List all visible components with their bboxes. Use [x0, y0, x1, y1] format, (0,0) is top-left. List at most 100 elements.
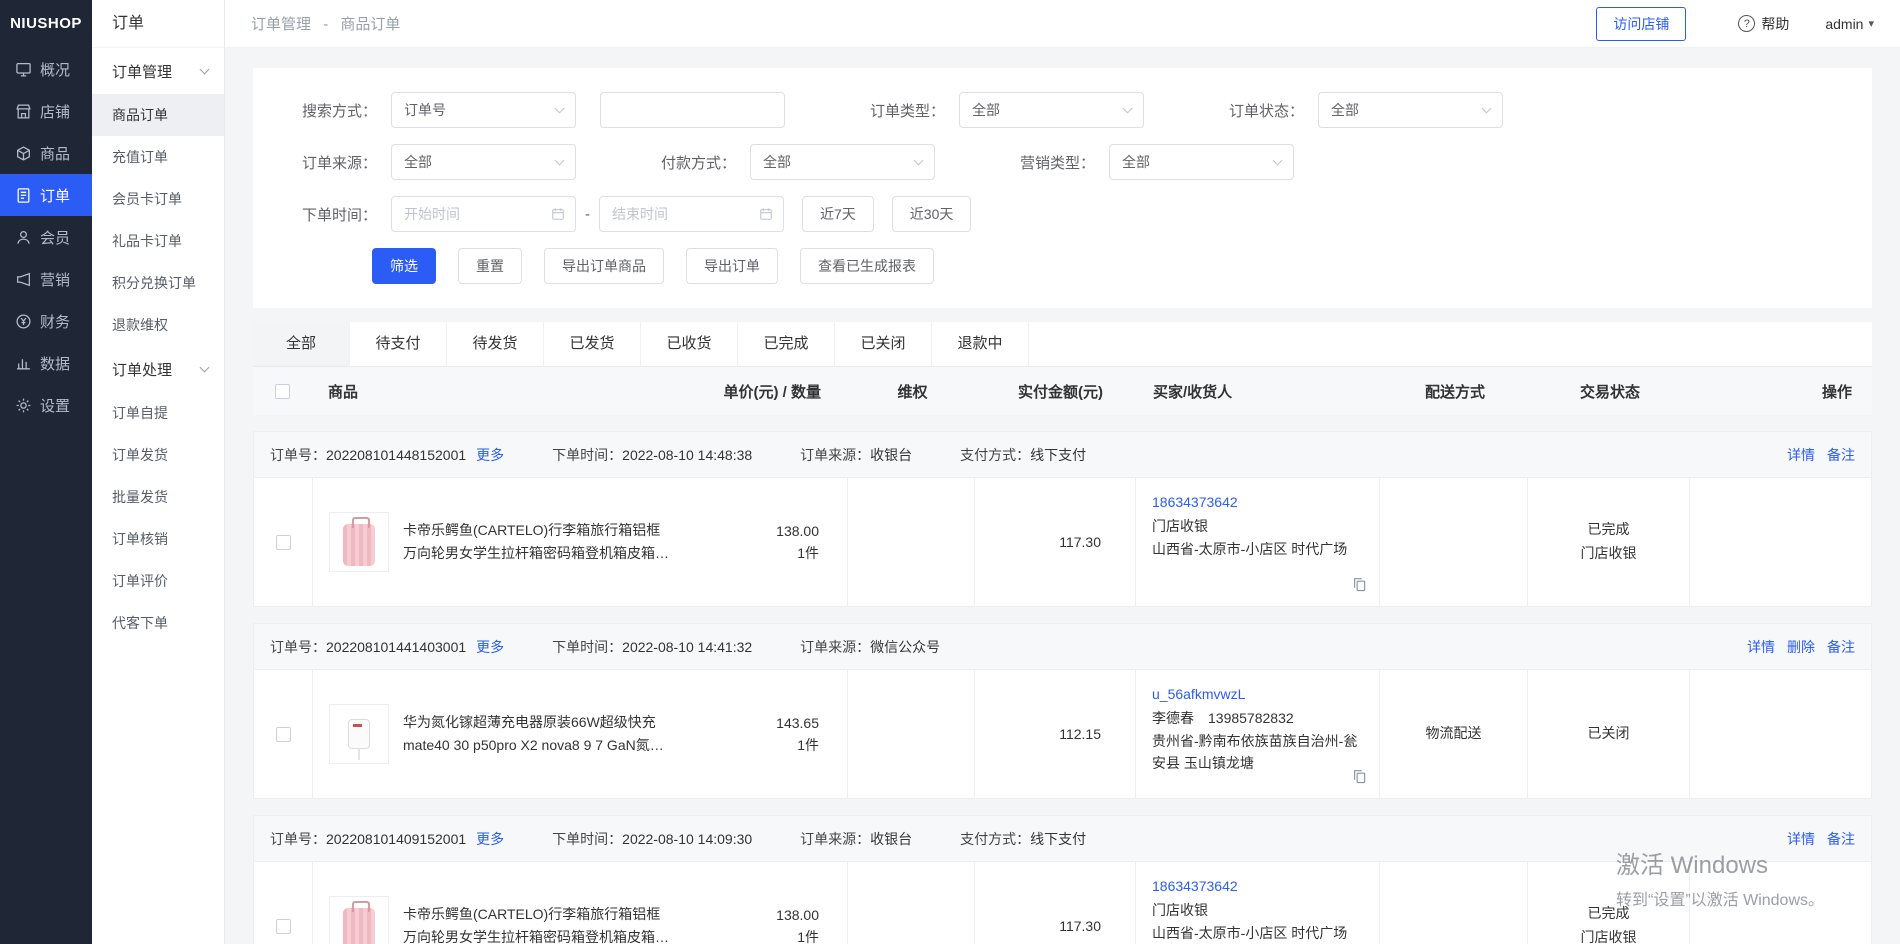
sub-nav-goods-order[interactable]: 商品订单	[92, 94, 224, 136]
paid-amount: 112.15	[975, 670, 1136, 798]
sub-nav-gift-card-order[interactable]: 礼品卡订单	[92, 220, 224, 262]
tab-pending-shipment[interactable]: 待发货	[447, 322, 544, 366]
sub-nav-order-pickup[interactable]: 订单自提	[92, 392, 224, 434]
more-link[interactable]: 更多	[476, 447, 504, 463]
chevron-down-icon	[555, 103, 565, 113]
chevron-down-icon	[200, 363, 210, 373]
export-order-goods-button[interactable]: 导出订单商品	[544, 248, 664, 284]
remark-link[interactable]: 备注	[1827, 637, 1855, 657]
detail-link[interactable]: 详情	[1787, 445, 1815, 465]
main-nav-label: 设置	[40, 395, 70, 416]
last-7-days-button[interactable]: 近7天	[802, 196, 874, 232]
row-checkbox[interactable]	[276, 535, 291, 550]
start-date-input[interactable]	[404, 206, 545, 222]
reset-button[interactable]: 重置	[458, 248, 522, 284]
user-menu[interactable]: admin ▾	[1825, 16, 1874, 32]
breadcrumb-current: 商品订单	[340, 16, 400, 33]
sub-nav-recharge-order[interactable]: 充值订单	[92, 136, 224, 178]
order-no-label: 订单号：	[270, 447, 326, 463]
sub-nav-batch-delivery[interactable]: 批量发货	[92, 476, 224, 518]
tab-completed[interactable]: 已完成	[738, 322, 835, 366]
marketing-type-select[interactable]: 全部	[1109, 144, 1294, 180]
detail-link[interactable]: 详情	[1747, 637, 1775, 657]
order-status-select[interactable]: 全部	[1318, 92, 1503, 128]
group-order-manage[interactable]: 订单管理	[92, 48, 224, 94]
sub-nav-order-verify[interactable]: 订单核销	[92, 518, 224, 560]
sub-nav-point-exchange-order[interactable]: 积分兑换订单	[92, 262, 224, 304]
group-order-process[interactable]: 订单处理	[92, 346, 224, 392]
order-source-select[interactable]: 全部	[391, 144, 576, 180]
main-nav-settings[interactable]: 设置	[0, 384, 92, 426]
main-nav-order[interactable]: 订单	[0, 174, 92, 216]
order-type-select[interactable]: 全部	[959, 92, 1144, 128]
order-group-header: 订单号：202208101441403001更多 下单时间：2022-08-10…	[254, 624, 1871, 670]
quantity: 1件	[677, 542, 819, 564]
help-button[interactable]: ? 帮助	[1738, 14, 1789, 34]
start-date-field[interactable]	[391, 196, 576, 232]
app-logo: NIUSHOP	[0, 0, 92, 48]
calendar-icon	[551, 207, 565, 221]
action-cell	[1690, 478, 1871, 606]
help-label: 帮助	[1761, 14, 1789, 34]
sub-nav-order-delivery[interactable]: 订单发货	[92, 434, 224, 476]
receiver: 门店收银	[1152, 515, 1363, 537]
remark-link[interactable]: 备注	[1827, 445, 1855, 465]
tab-received[interactable]: 已收货	[641, 322, 738, 366]
delete-link[interactable]: 删除	[1787, 637, 1815, 657]
more-link[interactable]: 更多	[476, 639, 504, 655]
chevron-down-icon	[200, 65, 210, 75]
product-image-charger	[329, 704, 389, 764]
order-no: 202208101409152001	[326, 831, 466, 847]
sub-nav-member-card-order[interactable]: 会员卡订单	[92, 178, 224, 220]
delivery-cell: 物流配送	[1380, 670, 1528, 798]
chevron-down-icon	[555, 155, 565, 165]
main-nav-member[interactable]: 会员	[0, 216, 92, 258]
tab-all[interactable]: 全部	[253, 322, 350, 366]
status-tabs: 全部 待支付 待发货 已发货 已收货 已完成 已关闭 退款中	[253, 322, 1872, 367]
export-order-button[interactable]: 导出订单	[686, 248, 778, 284]
main-nav-goods[interactable]: 商品	[0, 132, 92, 174]
buyer-name-link[interactable]: 18634373642	[1152, 491, 1238, 513]
sub-nav-refund-rights[interactable]: 退款维权	[92, 304, 224, 346]
end-date-input[interactable]	[612, 206, 753, 222]
row-checkbox[interactable]	[276, 727, 291, 742]
main-nav-overview[interactable]: 概况	[0, 48, 92, 90]
select-value: 全部	[972, 100, 1000, 120]
buyer-name-link[interactable]: u_56afkmvwzL	[1152, 683, 1245, 705]
remark-link[interactable]: 备注	[1827, 829, 1855, 849]
last-30-days-button[interactable]: 近30天	[892, 196, 972, 232]
trade-status-sub: 门店收银	[1581, 542, 1637, 566]
paid-amount: 117.30	[975, 862, 1136, 944]
receiver: 门店收银	[1152, 899, 1363, 921]
keyword-input[interactable]	[600, 92, 785, 128]
tab-closed[interactable]: 已关闭	[835, 322, 932, 366]
main-nav-label: 店铺	[40, 101, 70, 122]
tab-refunding[interactable]: 退款中	[932, 322, 1029, 366]
sub-nav-proxy-order[interactable]: 代客下单	[92, 602, 224, 644]
select-all-checkbox[interactable]	[275, 384, 290, 399]
main-nav-shop[interactable]: 店铺	[0, 90, 92, 132]
order-source-label: 订单来源：	[277, 152, 377, 173]
row-checkbox[interactable]	[276, 919, 291, 934]
copy-address-icon[interactable]	[1352, 768, 1367, 790]
more-link[interactable]: 更多	[476, 831, 504, 847]
settings-icon	[15, 397, 32, 414]
order-source: 收银台	[870, 831, 912, 847]
search-mode-select[interactable]: 订单号	[391, 92, 576, 128]
detail-link[interactable]: 详情	[1787, 829, 1815, 849]
visit-shop-button[interactable]: 访问店铺	[1596, 7, 1686, 41]
tab-shipped[interactable]: 已发货	[544, 322, 641, 366]
refund-cell	[848, 862, 975, 944]
main-nav-data[interactable]: 数据	[0, 342, 92, 384]
main-nav-finance[interactable]: 财务	[0, 300, 92, 342]
view-reports-button[interactable]: 查看已生成报表	[800, 248, 934, 284]
sub-nav-order-review[interactable]: 订单评价	[92, 560, 224, 602]
buyer-name-link[interactable]: 18634373642	[1152, 875, 1238, 897]
main-nav-marketing[interactable]: 营销	[0, 258, 92, 300]
col-refund: 维权	[849, 381, 976, 402]
end-date-field[interactable]	[599, 196, 784, 232]
filter-button[interactable]: 筛选	[372, 248, 436, 284]
tab-pending-payment[interactable]: 待支付	[350, 322, 447, 366]
pay-type-select[interactable]: 全部	[750, 144, 935, 180]
copy-address-icon[interactable]	[1352, 576, 1367, 598]
